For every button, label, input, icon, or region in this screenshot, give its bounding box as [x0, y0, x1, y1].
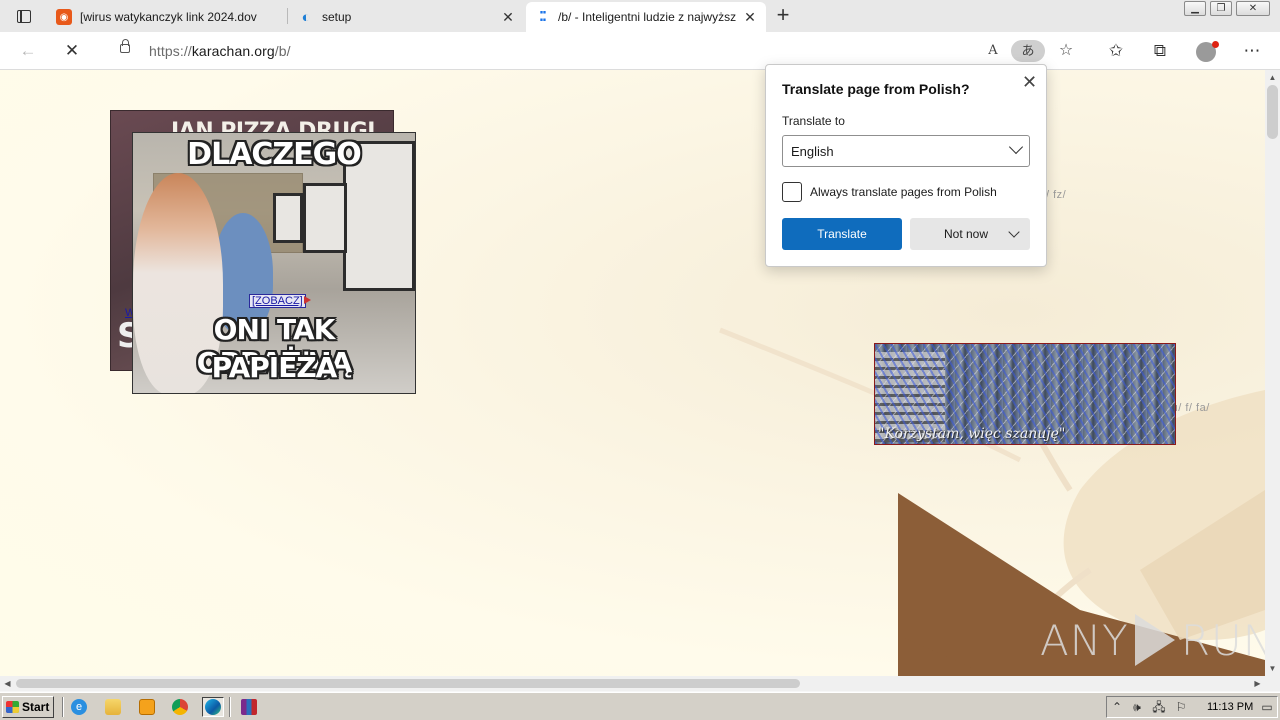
tab-karachan[interactable]: ⁚⁚ /b/ - Inteligentni ludzie z najwyższ …	[526, 2, 766, 32]
settings-more-icon[interactable]: ⋯	[1240, 40, 1264, 62]
url-text[interactable]: https://karachan.org/b/	[149, 43, 291, 59]
language-value: English	[791, 144, 834, 159]
chevron-down-icon	[1008, 139, 1024, 155]
action-center-flag-icon[interactable]: ⚐	[1173, 699, 1189, 715]
zobacz-arrow-icon	[304, 296, 311, 304]
minimize-window-button[interactable]: ▁	[1184, 1, 1206, 16]
folder-icon[interactable]	[102, 697, 124, 717]
zobacz-link[interactable]: [ZOBACZ]	[249, 294, 306, 308]
translate-heading: Translate page from Polish?	[782, 81, 970, 97]
close-tab-icon[interactable]: ✕	[742, 9, 758, 26]
windows-logo-icon	[6, 701, 19, 713]
vertical-scrollbar[interactable]: ▲ ▼	[1265, 70, 1280, 676]
anyrun-watermark: ANY RUN	[1040, 614, 1265, 666]
tab-wirus[interactable]: ◉ [wirus watykanczyk link 2024.dov	[48, 2, 284, 32]
new-tab-button[interactable]: +	[772, 4, 794, 26]
always-translate-checkbox[interactable]	[782, 182, 802, 202]
chevron-down-icon[interactable]	[1008, 226, 1020, 238]
scroll-down-arrow-icon[interactable]: ▼	[1265, 661, 1280, 676]
close-tab-icon[interactable]: ✕	[500, 9, 516, 26]
tab-actions-icon	[17, 9, 31, 23]
system-tray: ⌃ 🕪 🖧 ⚐ 11:13 PM ▭	[1106, 696, 1278, 718]
show-hidden-icons-icon[interactable]: ⌃	[1109, 699, 1125, 715]
taskbar-separator	[229, 697, 231, 717]
tab-title: /b/ - Inteligentni ludzie z najwyższ	[558, 10, 736, 24]
close-window-button[interactable]: ✕	[1236, 1, 1270, 16]
loading-favicon-icon: ⁚⁚	[539, 9, 547, 24]
address-bar[interactable]: https://karachan.org/b/ A あ ☆	[100, 35, 1088, 67]
chrome-icon[interactable]	[169, 697, 191, 717]
page-viewport: JAN PIZZA DRUGI W S DLACZEGO ONI TAK OBR…	[0, 70, 1265, 676]
board-links-top[interactable]: / fz/	[1046, 189, 1066, 201]
close-popup-icon[interactable]: ✕	[1022, 72, 1037, 93]
back-arrow-icon[interactable]: ←	[16, 40, 40, 62]
meme-scene-monitor	[303, 183, 347, 253]
translate-popup: Translate page from Polish? ✕ Translate …	[765, 64, 1047, 267]
collections-icon[interactable]: ⧉	[1148, 40, 1172, 62]
tab-setup[interactable]: ◐ setup ✕	[290, 2, 524, 32]
add-favorite-icon[interactable]: ☆	[1053, 40, 1079, 62]
watermark-text-left: ANY	[1040, 615, 1129, 665]
meme-image-front[interactable]: DLACZEGO ONI TAK OBRAŻAJĄ PAPIEŻA	[132, 132, 416, 394]
favorites-icon[interactable]: ✩	[1104, 40, 1128, 62]
network-icon[interactable]: 🖧	[1151, 699, 1167, 715]
translate-to-label: Translate to	[782, 114, 845, 128]
vertical-scroll-thumb[interactable]	[1267, 85, 1278, 139]
scroll-left-arrow-icon[interactable]: ◀	[0, 676, 15, 691]
tab-title: setup	[322, 10, 352, 24]
tab-strip: ◉ [wirus watykanczyk link 2024.dov ◐ set…	[0, 0, 1280, 32]
taskbar-clock[interactable]: 11:13 PM	[1207, 701, 1253, 713]
language-select[interactable]: English	[782, 135, 1030, 167]
horizontal-scroll-thumb[interactable]	[16, 679, 800, 688]
scroll-up-arrow-icon[interactable]: ▲	[1265, 70, 1280, 85]
volume-icon[interactable]: 🕪	[1129, 699, 1145, 715]
tab-actions-button[interactable]	[8, 4, 40, 28]
meme-bottom-caption-line2: PAPIEŻA	[211, 351, 338, 384]
horizontal-scrollbar[interactable]: ◀ ▶	[0, 676, 1280, 691]
profile-avatar-icon[interactable]	[1194, 40, 1219, 62]
stop-loading-icon[interactable]: ✕	[60, 40, 84, 62]
tab-title: [wirus watykanczyk link 2024.dov	[80, 10, 257, 24]
background-spider-graphic	[719, 327, 1265, 676]
edge-favicon-icon: ◐	[301, 8, 311, 26]
show-desktop-icon[interactable]: ▭	[1259, 699, 1275, 715]
not-now-label: Not now	[944, 227, 989, 241]
translate-icon[interactable]: あ	[1011, 40, 1045, 62]
watermark-play-icon	[1134, 614, 1175, 666]
internet-explorer-icon[interactable]: e	[68, 697, 90, 717]
restore-window-button[interactable]: ❐	[1210, 1, 1232, 16]
taskbar-separator	[62, 697, 64, 717]
always-translate-label[interactable]: Always translate pages from Polish	[810, 185, 997, 199]
read-aloud-icon[interactable]: A	[980, 40, 1006, 62]
tab-separator	[287, 8, 288, 24]
start-button[interactable]: Start	[2, 696, 54, 718]
waterfox-favicon-icon: ◉	[56, 9, 72, 25]
media-player-icon[interactable]	[136, 697, 158, 717]
translate-button[interactable]: Translate	[782, 218, 902, 250]
server-banner-image[interactable]: "Korzystam, więc szanuję"	[874, 343, 1176, 445]
meme-scene-monitor	[273, 193, 303, 243]
start-label: Start	[22, 700, 50, 714]
banner-slogan: "Korzystam, więc szanuję"	[878, 426, 1066, 442]
not-now-button[interactable]: Not now	[910, 218, 1030, 250]
taskbar: Start e ⌃ 🕪 🖧 ⚐ 11:13 PM ▭	[0, 692, 1280, 720]
meme-top-caption: DLACZEGO	[187, 137, 362, 172]
watermark-text-right: RUN	[1180, 615, 1265, 665]
navigation-bar: ← ✕ https://karachan.org/b/ A あ ☆ ✩ ⧉ ⋯	[0, 32, 1280, 70]
edge-icon[interactable]	[202, 697, 224, 717]
scroll-right-arrow-icon[interactable]: ▶	[1250, 676, 1265, 691]
winrar-icon[interactable]	[238, 697, 260, 717]
lock-icon[interactable]	[120, 39, 130, 53]
